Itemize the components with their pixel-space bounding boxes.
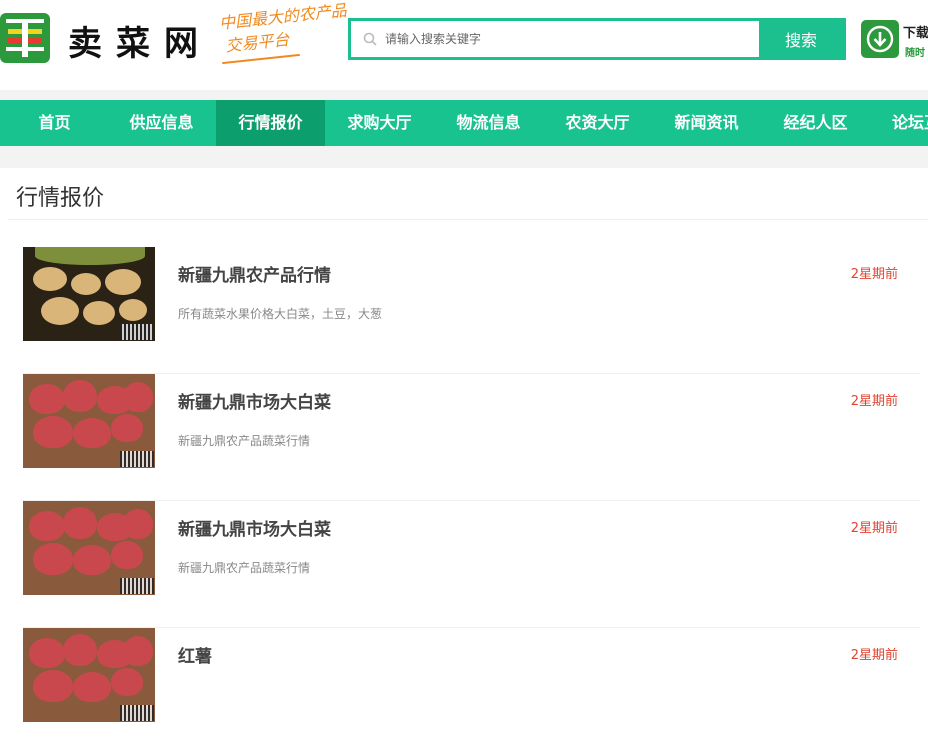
item-title[interactable]: 红薯 — [178, 642, 212, 667]
item-time: 2星期前 — [850, 648, 898, 663]
search-bar: 搜索 — [348, 18, 846, 60]
item-thumbnail[interactable] — [23, 247, 155, 341]
search-button[interactable]: 搜索 — [759, 21, 843, 57]
qr-watermark — [120, 451, 154, 467]
item-title[interactable]: 新疆九鼎农产品行情 — [178, 261, 331, 286]
item-time: 2星期前 — [850, 394, 898, 409]
nav-item-quotes[interactable]: 行情报价 — [216, 100, 325, 146]
title-divider — [8, 219, 928, 220]
list-item[interactable]: 红薯 2星期前 — [23, 628, 920, 742]
item-desc: 新疆九鼎农产品蔬菜行情 — [178, 561, 311, 575]
item-desc: 新疆九鼎农产品蔬菜行情 — [178, 434, 311, 448]
download-app-icon[interactable] — [861, 20, 899, 58]
item-thumbnail[interactable] — [23, 374, 155, 468]
site-name[interactable]: 卖菜网 — [68, 16, 212, 65]
nav-item-brokers[interactable]: 经纪人区 — [761, 100, 870, 146]
download-app-label[interactable]: 下载 — [903, 22, 928, 41]
nav-item-forum[interactable]: 论坛互 — [870, 100, 928, 146]
qr-watermark — [120, 324, 154, 340]
nav-item-purchase[interactable]: 求购大厅 — [325, 100, 434, 146]
item-time: 2星期前 — [850, 267, 898, 282]
main-nav: 首页 供应信息 行情报价 求购大厅 物流信息 农资大厅 新闻资讯 经纪人区 论坛… — [0, 100, 928, 146]
nav-item-supply[interactable]: 供应信息 — [107, 100, 216, 146]
qr-watermark — [120, 578, 154, 594]
item-thumbnail[interactable] — [23, 501, 155, 595]
item-desc: 所有蔬菜水果价格大白菜，土豆，大葱 — [178, 307, 383, 321]
logo-icon[interactable] — [0, 13, 50, 63]
header-divider — [0, 90, 928, 100]
item-time: 2星期前 — [850, 521, 898, 536]
slogan: 中国最大的农产品 交易平台 — [218, 0, 350, 58]
nav-item-logistics[interactable]: 物流信息 — [434, 100, 543, 146]
nav-divider — [0, 146, 928, 168]
page-title: 行情报价 — [16, 186, 105, 211]
header: 卖菜网 中国最大的农产品 交易平台 搜索 下载 随时 — [0, 0, 928, 90]
search-input[interactable] — [385, 21, 759, 57]
list-item[interactable]: 新疆九鼎市场大白菜 新疆九鼎农产品蔬菜行情 2星期前 — [23, 501, 920, 628]
item-title[interactable]: 新疆九鼎市场大白菜 — [178, 388, 331, 413]
nav-item-news[interactable]: 新闻资讯 — [652, 100, 761, 146]
list-item[interactable]: 新疆九鼎市场大白菜 新疆九鼎农产品蔬菜行情 2星期前 — [23, 374, 920, 501]
item-title[interactable]: 新疆九鼎市场大白菜 — [178, 515, 331, 540]
item-thumbnail[interactable] — [23, 628, 155, 722]
search-icon — [363, 32, 377, 46]
qr-watermark — [120, 705, 154, 721]
nav-item-home[interactable]: 首页 — [0, 100, 109, 146]
nav-item-agri-supplies[interactable]: 农资大厅 — [543, 100, 652, 146]
list-item[interactable]: 新疆九鼎农产品行情 所有蔬菜水果价格大白菜，土豆，大葱 2星期前 — [23, 247, 920, 374]
download-app-sub: 随时 — [905, 48, 925, 59]
